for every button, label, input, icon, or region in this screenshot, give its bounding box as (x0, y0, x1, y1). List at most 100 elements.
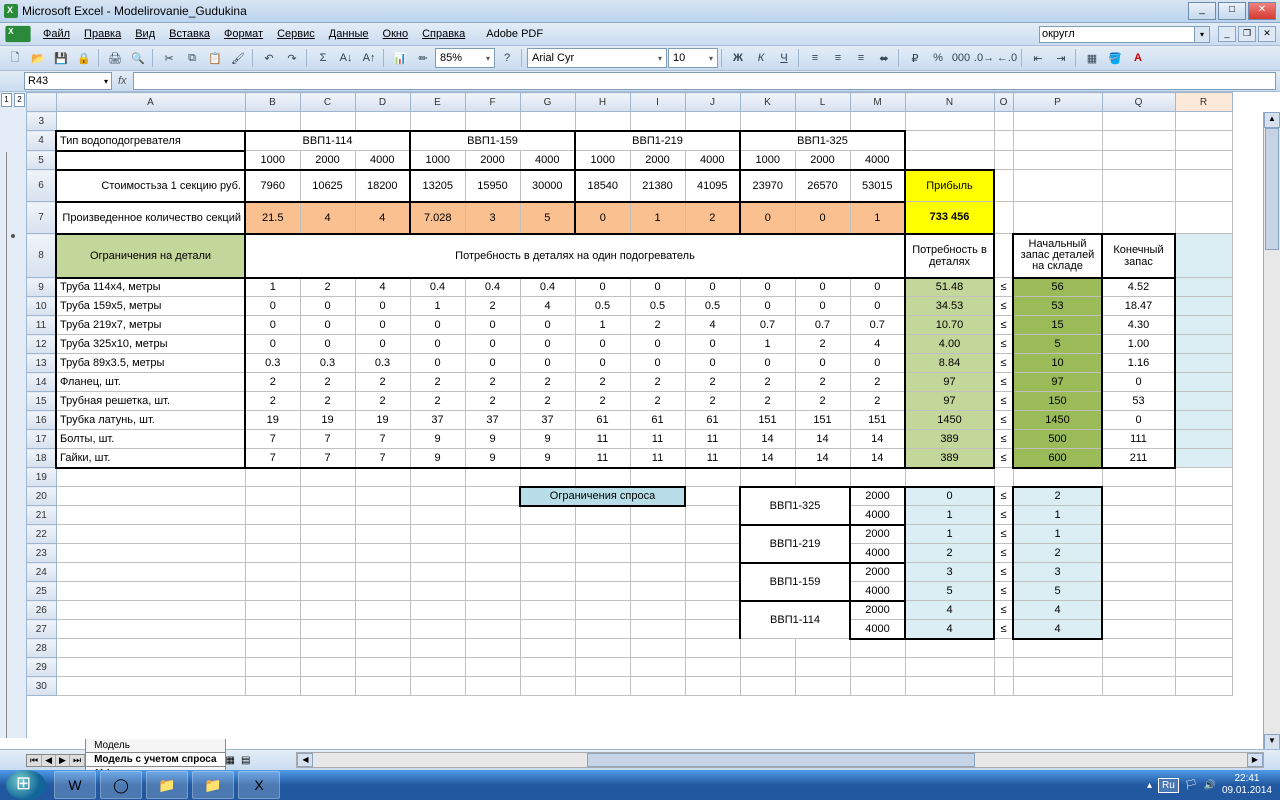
cell[interactable]: 7 (355, 430, 410, 449)
print-icon[interactable]: 🖨 (104, 47, 126, 69)
cell[interactable] (1175, 525, 1232, 544)
cell[interactable]: 11 (685, 430, 740, 449)
cell[interactable]: 0 (410, 335, 465, 354)
cell[interactable] (1175, 563, 1232, 582)
col-header-B[interactable]: B (245, 93, 300, 112)
cell[interactable]: 9 (410, 449, 465, 468)
cell[interactable]: 2 (300, 392, 355, 411)
cell[interactable] (685, 639, 740, 658)
cell[interactable] (410, 468, 465, 487)
cell[interactable] (520, 601, 575, 620)
cell[interactable]: 0 (520, 316, 575, 335)
cell[interactable] (630, 468, 685, 487)
cell[interactable] (1175, 392, 1232, 411)
cell[interactable]: 0 (740, 354, 795, 373)
cell[interactable]: ≤ (994, 582, 1013, 601)
cell[interactable] (575, 582, 630, 601)
cell[interactable]: 0 (575, 202, 630, 234)
cell[interactable]: 0.3 (355, 354, 410, 373)
cell[interactable] (1175, 316, 1232, 335)
cell[interactable]: 0 (575, 278, 630, 297)
cell[interactable]: 26570 (795, 170, 850, 202)
cell[interactable]: 10.70 (905, 316, 994, 335)
cell[interactable] (1175, 620, 1232, 639)
view-layout-icon[interactable]: ▤ (241, 755, 250, 766)
col-header-Q[interactable]: Q (1102, 93, 1175, 112)
cell[interactable]: 14 (740, 430, 795, 449)
cell[interactable]: 4 (1013, 620, 1102, 639)
menu-view[interactable]: Вид (128, 26, 162, 42)
row-header-27[interactable]: 27 (27, 620, 57, 639)
cell[interactable]: 0 (410, 354, 465, 373)
cell[interactable] (740, 639, 795, 658)
comma-icon[interactable]: 000 (950, 47, 972, 69)
cell[interactable] (575, 601, 630, 620)
cell[interactable]: 2 (795, 373, 850, 392)
cell[interactable]: 4 (685, 316, 740, 335)
col-header-H[interactable]: H (575, 93, 630, 112)
cell[interactable] (520, 112, 575, 131)
inc-indent-icon[interactable]: ⇥ (1050, 47, 1072, 69)
cell[interactable]: 0 (740, 278, 795, 297)
cell[interactable] (740, 468, 795, 487)
open-icon[interactable]: 📂 (27, 47, 49, 69)
cell[interactable] (355, 544, 410, 563)
cell[interactable] (575, 563, 630, 582)
row-header-9[interactable]: 9 (27, 278, 57, 297)
view-normal-icon[interactable]: ▦ (226, 755, 235, 766)
cell[interactable] (300, 563, 355, 582)
cell[interactable]: 0 (465, 354, 520, 373)
cell[interactable]: 2 (740, 373, 795, 392)
row-header-23[interactable]: 23 (27, 544, 57, 563)
cell[interactable]: Труба 114х4, метры (56, 278, 245, 297)
cell[interactable] (56, 658, 245, 677)
cell[interactable]: 4000 (850, 151, 905, 170)
sheet-tab[interactable]: Модель с учетом спроса (85, 753, 225, 767)
scroll-down-icon[interactable]: ▼ (1264, 734, 1280, 750)
font-size-combo[interactable]: 10▾ (668, 48, 718, 68)
cell[interactable] (56, 525, 245, 544)
cell[interactable]: ≤ (994, 316, 1013, 335)
cell[interactable] (1175, 234, 1232, 278)
cell[interactable]: 0 (630, 354, 685, 373)
cell[interactable] (245, 620, 300, 639)
cell[interactable]: 0.7 (795, 316, 850, 335)
fx-icon[interactable]: fx (118, 75, 127, 87)
tray-volume-icon[interactable]: 🔊 (1203, 780, 1215, 791)
cell[interactable]: 1000 (245, 151, 300, 170)
cell[interactable] (905, 677, 994, 696)
cell[interactable]: 0 (630, 335, 685, 354)
cell[interactable] (905, 468, 994, 487)
cell[interactable]: 11 (630, 430, 685, 449)
align-left-icon[interactable]: ≡ (804, 47, 826, 69)
cell[interactable] (1013, 151, 1102, 170)
cell[interactable]: 1000 (575, 151, 630, 170)
cell[interactable] (1013, 112, 1102, 131)
cell[interactable]: 2 (850, 373, 905, 392)
row-header-29[interactable]: 29 (27, 658, 57, 677)
cell[interactable] (795, 639, 850, 658)
row-header-6[interactable]: 6 (27, 170, 57, 202)
cell[interactable]: ≤ (994, 411, 1013, 430)
cell[interactable] (410, 525, 465, 544)
outline-level-1[interactable]: 1 (1, 93, 12, 107)
cell[interactable]: 0 (245, 335, 300, 354)
cell[interactable] (245, 582, 300, 601)
cell[interactable]: 97 (905, 373, 994, 392)
cell[interactable]: 0 (685, 354, 740, 373)
cell[interactable] (575, 544, 630, 563)
cell[interactable]: ≤ (994, 392, 1013, 411)
cell[interactable] (355, 563, 410, 582)
col-header-K[interactable]: K (740, 93, 795, 112)
cell[interactable] (1102, 131, 1175, 151)
doc-minimize-button[interactable]: _ (1218, 26, 1236, 42)
cell[interactable] (1102, 170, 1175, 202)
font-color-icon[interactable]: A (1127, 47, 1149, 69)
format-painter-icon[interactable]: 🖌 (227, 47, 249, 69)
cell[interactable]: 0 (355, 335, 410, 354)
cell[interactable] (56, 544, 245, 563)
cell[interactable] (1175, 131, 1232, 151)
row-header-28[interactable]: 28 (27, 639, 57, 658)
cell[interactable]: 2000 (465, 151, 520, 170)
cell[interactable]: 8.84 (905, 354, 994, 373)
